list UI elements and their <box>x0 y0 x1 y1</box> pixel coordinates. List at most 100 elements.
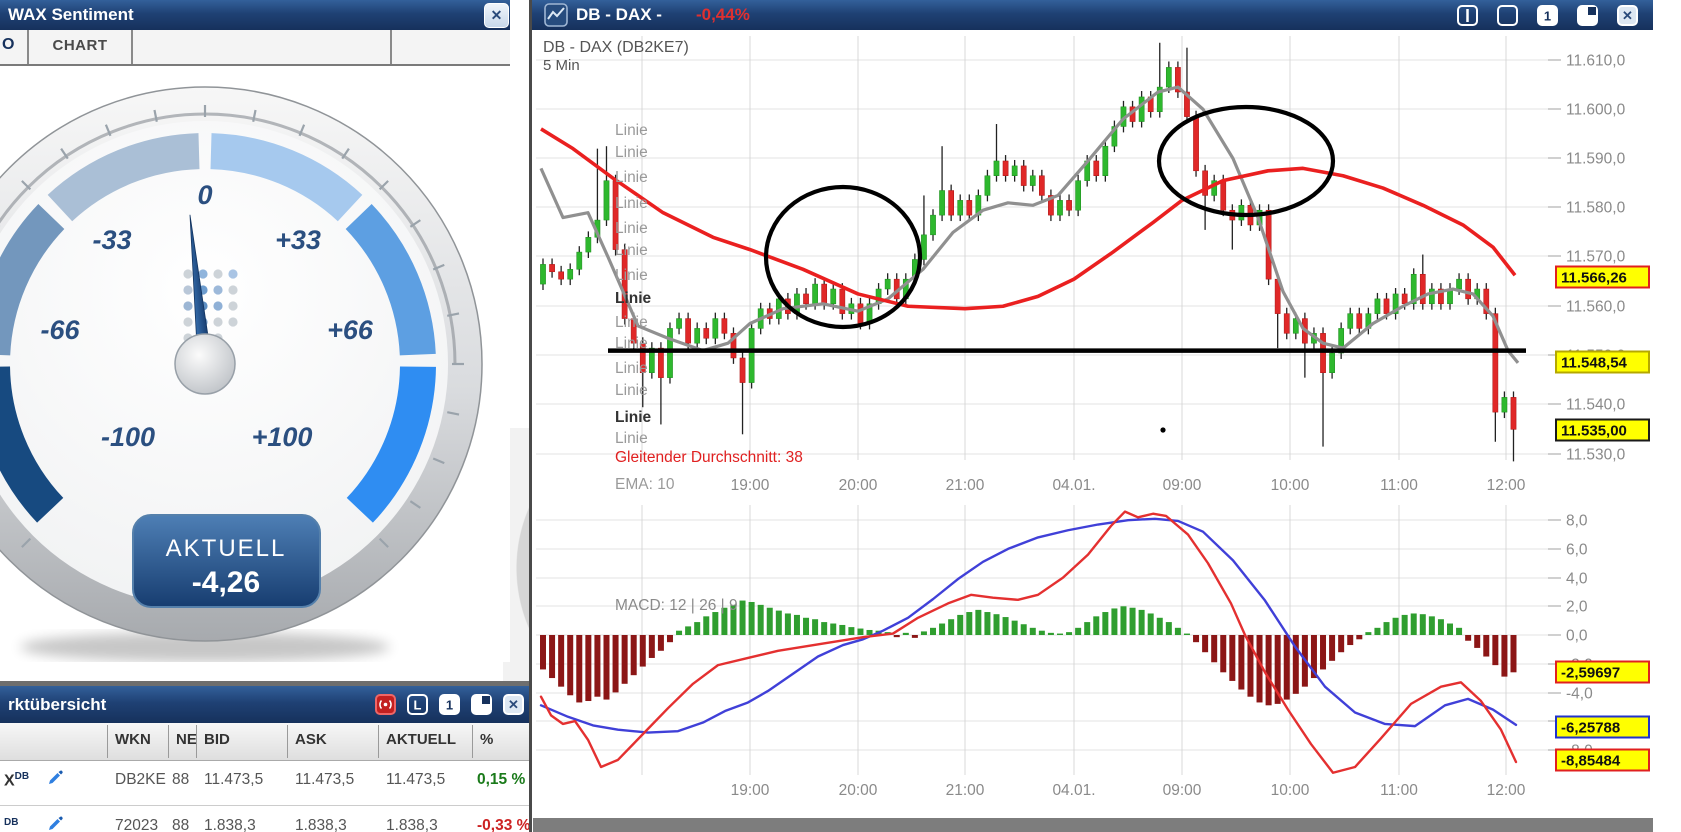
pane-one-icon[interactable]: 1 <box>438 693 461 716</box>
time-axis-label: 19:00 <box>731 477 770 494</box>
trading-desktop: WAX Sentiment ✕ O CHART 0-33+33-66+66-10… <box>0 0 1681 832</box>
close-icon[interactable]: ✕ <box>502 693 525 716</box>
market-overview-titlebar[interactable]: rktübersicht L1✕ <box>0 686 533 723</box>
macd-bar-positive <box>839 625 845 635</box>
price-axis-label: 11.610,0 <box>1566 53 1626 70</box>
broadcast-icon[interactable] <box>374 693 397 716</box>
cell-news: 88 <box>172 771 189 789</box>
macd-bar-negative <box>1284 635 1290 700</box>
chart-scrollbar[interactable] <box>533 818 1653 832</box>
candle-down <box>1402 294 1407 304</box>
close-icon[interactable]: ✕ <box>1616 4 1639 27</box>
pane-one-icon[interactable]: 1 <box>1536 4 1559 27</box>
candle-down <box>722 319 727 334</box>
candle-up <box>577 252 582 269</box>
column-header-aktuell[interactable]: AKTUELL <box>386 731 456 748</box>
sentiment-titlebar[interactable]: WAX Sentiment ✕ <box>0 0 510 30</box>
macd-bar-positive <box>830 624 836 635</box>
cell-ask: 11.473,5 <box>295 771 354 789</box>
candle-up <box>1375 299 1380 314</box>
macd-bar-negative <box>1229 635 1235 681</box>
macd-bar-negative <box>1257 635 1263 702</box>
svg-text:-2,59697: -2,59697 <box>1561 665 1620 682</box>
price-axis-label: 11.600,0 <box>1566 102 1626 119</box>
table-row[interactable]: XDBDB2KE8811.473,511.473,511.473,50,15 % <box>0 760 533 804</box>
candle-up <box>1329 353 1334 373</box>
column-separator <box>472 725 473 758</box>
time-axis-label: 04.01. <box>1052 782 1095 799</box>
macd-bar-positive <box>1102 612 1108 635</box>
macd-bar-positive <box>694 622 700 635</box>
macd-bar-negative <box>649 635 655 658</box>
pane-L-icon[interactable]: L <box>406 693 429 716</box>
macd-bar-positive <box>930 628 936 635</box>
macd-bar-positive <box>1139 610 1145 635</box>
price-axis-label: 11.530,0 <box>1566 447 1626 464</box>
pane-empty-icon[interactable] <box>1496 4 1519 27</box>
gauge-dot <box>198 269 207 278</box>
column-header-wkn[interactable]: WKN <box>115 731 151 748</box>
price-chart[interactable]: DB - DAX (DB2KE7)5 MinLinieLinieLinieLin… <box>533 30 1653 818</box>
svg-text:1: 1 <box>446 698 453 713</box>
sentiment-window: WAX Sentiment ✕ O CHART 0-33+33-66+66-10… <box>0 0 510 662</box>
chart-line-icon <box>544 3 568 27</box>
pane-corner-icon[interactable] <box>470 693 493 716</box>
macd-bar-positive <box>957 615 963 635</box>
candle-down <box>559 272 564 279</box>
macd-bar-positive <box>1093 616 1099 635</box>
chart-titlebar[interactable]: DB - DAX - -0,44% 1✕ <box>532 0 1653 30</box>
gauge-dot <box>183 317 192 326</box>
cell-wkn: 72023 <box>115 817 158 832</box>
chart-change-percent: -0,44% <box>696 5 750 25</box>
macd-bar-positive <box>1039 631 1045 635</box>
legend-linie: Linie <box>615 267 648 284</box>
column-header-%[interactable]: % <box>480 731 493 748</box>
macd-bar-positive <box>812 619 818 635</box>
time-axis-label: 20:00 <box>839 782 878 799</box>
tab-intro[interactable]: O <box>2 36 14 54</box>
candle-up <box>604 181 609 220</box>
macd-bar-negative <box>1338 635 1344 652</box>
gauge-dot <box>213 317 222 326</box>
column-header-ask[interactable]: ASK <box>295 731 327 748</box>
macd-bar-negative <box>540 635 546 669</box>
legend-linie: Linie <box>615 430 648 447</box>
macd-bar-positive <box>712 612 718 635</box>
candle-down <box>1320 333 1325 372</box>
column-header-ne[interactable]: NE <box>176 731 197 748</box>
macd-bar-positive <box>1130 608 1136 635</box>
candle-down <box>1384 299 1389 314</box>
macd-bar-negative <box>1329 635 1335 661</box>
table-row[interactable]: DB72023881.838,31.838,31.838,3-0,33 % <box>0 805 533 832</box>
macd-bar-positive <box>749 602 755 635</box>
macd-bar-negative <box>1465 635 1471 641</box>
edit-pencil-icon[interactable] <box>46 815 64 832</box>
pane-corner-icon[interactable] <box>1576 4 1599 27</box>
candle-up <box>1076 181 1081 211</box>
macd-bar-negative <box>894 635 900 637</box>
edit-pencil-icon[interactable] <box>46 769 64 787</box>
tab-chart[interactable]: CHART <box>30 37 130 54</box>
gauge-dot <box>213 269 222 278</box>
macd-bar-positive <box>767 608 773 635</box>
macd-bar-positive <box>676 631 682 635</box>
candle-up <box>831 289 836 304</box>
candle-down <box>1420 274 1425 304</box>
legend-linie: Linie <box>615 144 648 161</box>
candle-down <box>1357 314 1362 329</box>
pane-split-icon[interactable] <box>1456 4 1479 27</box>
table-header-row: WKN NE BID ASK AKTUELL% <box>0 723 533 761</box>
macd-bar-negative <box>613 635 619 692</box>
macd-bar-negative <box>576 635 582 702</box>
candle-up <box>676 319 681 329</box>
macd-bar-positive <box>921 631 927 635</box>
macd-bar-positive <box>803 618 809 635</box>
macd-bar-negative <box>658 635 664 651</box>
axis-value-marker: 11.548,54 <box>1556 352 1649 373</box>
column-header-bid[interactable]: BID <box>204 731 230 748</box>
close-icon[interactable]: ✕ <box>484 3 509 28</box>
macd-bar-positive <box>740 601 746 635</box>
gauge-scale-label: -66 <box>40 315 80 345</box>
candle-up <box>713 319 718 339</box>
time-axis-label: 11:00 <box>1380 477 1418 494</box>
